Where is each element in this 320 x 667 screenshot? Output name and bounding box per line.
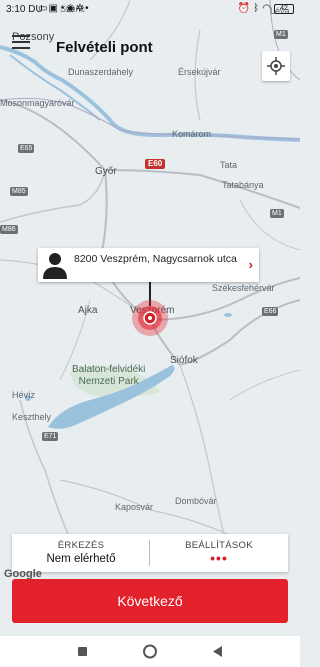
road-shield-m86: M86 bbox=[0, 225, 18, 234]
map-label-gyor: Győr bbox=[95, 166, 117, 177]
map-label-ersekujvar: Érsekújvár bbox=[178, 67, 221, 77]
bluetooth-icon: ᛒ bbox=[253, 3, 260, 14]
next-button[interactable]: Következő bbox=[12, 579, 288, 623]
home-button[interactable] bbox=[130, 636, 170, 667]
trip-options-panel: ÉRKEZÉS Nem elérhető BEÁLLÍTÁSOK ••• bbox=[12, 534, 288, 572]
road-shield-e65: E65 bbox=[18, 144, 35, 153]
wifi-icon: ◠ bbox=[262, 3, 271, 14]
arrival-value: Nem elérhető bbox=[46, 553, 116, 565]
back-button[interactable] bbox=[198, 636, 238, 667]
arrival-option[interactable]: ÉRKEZÉS Nem elérhető bbox=[12, 534, 150, 572]
battery-icon: 42 bbox=[274, 3, 294, 14]
road-shield-e71: E71 bbox=[42, 432, 59, 441]
map-label-siofok: Siófok bbox=[170, 355, 198, 366]
map-label-szekesfehervar: Székesfehérvár bbox=[212, 283, 275, 293]
recent-apps-button[interactable] bbox=[62, 636, 102, 667]
map-label-balaton-park: Balaton-felvidéki Nemzeti Park bbox=[72, 364, 146, 387]
more-dots-icon: ••• bbox=[210, 550, 228, 566]
map-label-dunaszerdahely: Dunaszerdahely bbox=[68, 67, 134, 77]
pickup-address: 8200 Veszprém, Nagycsarnok utca bbox=[74, 253, 237, 265]
map-label-heviz: Hévíz bbox=[12, 390, 36, 400]
my-location-icon bbox=[267, 57, 285, 75]
map-label-ajka: Ajka bbox=[78, 305, 98, 316]
arrival-label: ÉRKEZÉS bbox=[57, 540, 105, 551]
road-shield-e60: E60 bbox=[145, 159, 166, 169]
system-icons: ⏰ ᛒ ◠ 42 bbox=[238, 3, 294, 14]
road-shield-e66: E66 bbox=[262, 307, 279, 316]
road-shield-m85: M85 bbox=[10, 187, 28, 196]
android-nav-bar bbox=[0, 636, 300, 667]
sms-icon: ▭ bbox=[38, 3, 49, 14]
pickup-address-callout[interactable]: 8200 Veszprém, Nagycsarnok utca › bbox=[38, 248, 259, 282]
map-label-keszthely: Keszthely bbox=[12, 412, 52, 422]
status-bar: 3:10 DU ▭▣◔◉✲• ⏰ ᛒ ◠ 42 bbox=[0, 0, 300, 20]
map-label-tatabanya: Tatabánya bbox=[222, 180, 264, 190]
back-icon bbox=[213, 646, 222, 657]
road-shield-m1-east: M1 bbox=[270, 209, 284, 218]
road-shield-m1: M1 bbox=[274, 30, 288, 39]
map-label-tata: Tata bbox=[220, 160, 238, 170]
map-label-dombovar: Dombóvár bbox=[175, 496, 217, 506]
map-label-mosonmagyarovar: Mosonmagyaróvár bbox=[0, 98, 75, 108]
hamburger-menu-icon[interactable] bbox=[12, 35, 30, 49]
home-icon bbox=[143, 644, 157, 659]
pickup-pin[interactable] bbox=[131, 299, 169, 337]
star-icon: ✲ bbox=[75, 3, 86, 14]
alarm-icon: ⏰ bbox=[237, 3, 251, 14]
page-title: Felvételi pont bbox=[56, 39, 153, 56]
notification-icons: ▭▣◔◉✲• bbox=[38, 3, 90, 14]
person-icon bbox=[43, 253, 67, 279]
chevron-right-icon: › bbox=[248, 257, 253, 272]
location-icon: ◉ bbox=[65, 3, 76, 14]
messenger-icon: ◔ bbox=[58, 3, 66, 14]
map-label-komarom: Komárom bbox=[172, 129, 212, 139]
recent-apps-icon bbox=[78, 647, 87, 656]
dot-icon: • bbox=[85, 3, 90, 14]
settings-option[interactable]: BEÁLLÍTÁSOK ••• bbox=[150, 534, 288, 572]
image-icon: ▣ bbox=[48, 3, 59, 14]
my-location-button[interactable] bbox=[262, 51, 290, 81]
map-label-kaposvar: Kaposvár bbox=[115, 502, 154, 512]
